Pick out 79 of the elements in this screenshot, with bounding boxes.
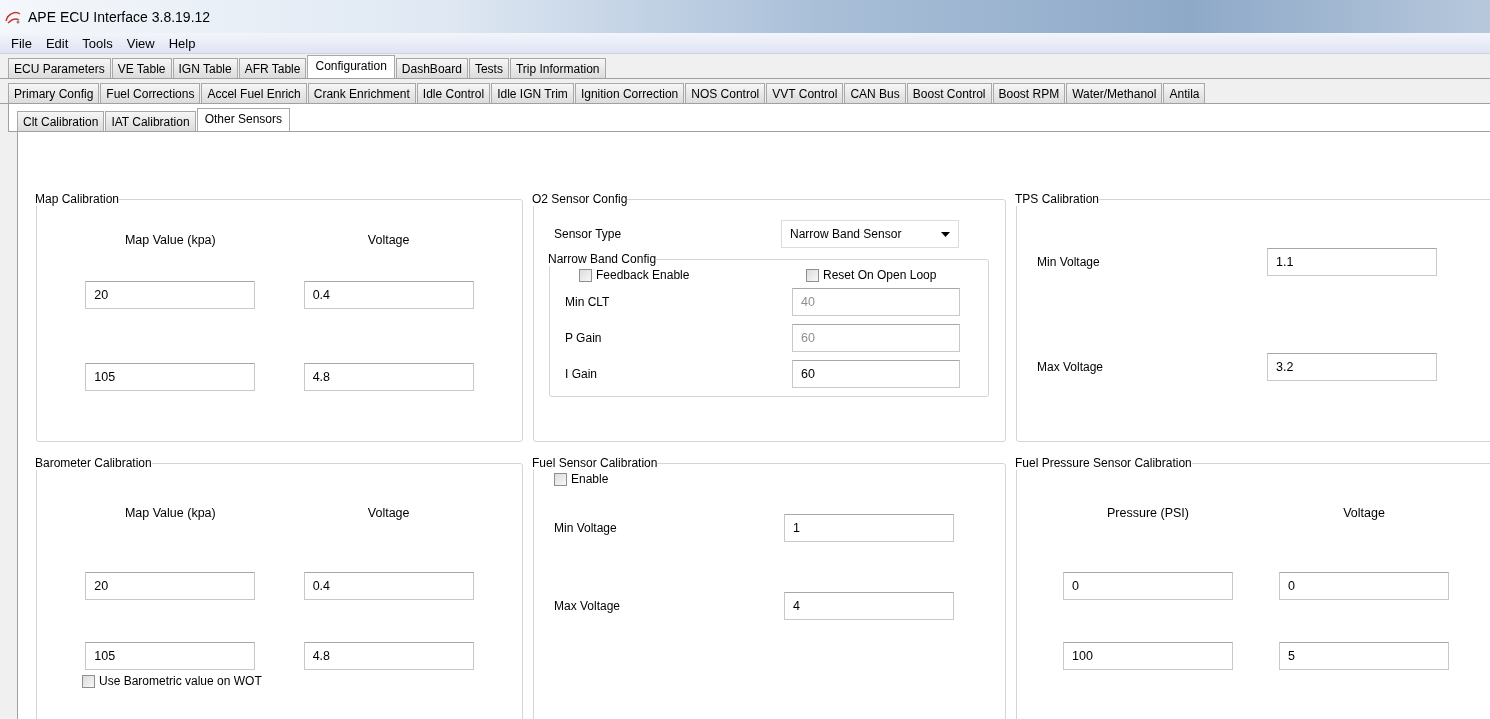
field-label: P Gain (565, 331, 603, 345)
tab[interactable]: Trip Information (509, 58, 606, 78)
checkbox[interactable] (806, 268, 819, 282)
tab[interactable]: VE Table (111, 58, 172, 78)
menu-item[interactable]: File (6, 35, 37, 51)
tab[interactable]: Fuel Corrections (100, 83, 201, 103)
group-title: Map Calibration (35, 192, 120, 206)
tab[interactable]: Antila (1163, 83, 1206, 103)
tab[interactable]: IAT Calibration (105, 111, 196, 131)
tab[interactable]: Water/Methanol (1066, 83, 1163, 103)
checkbox[interactable] (579, 268, 592, 282)
tab[interactable]: Idle Control (416, 83, 491, 103)
tab[interactable]: VVT Control (766, 83, 844, 103)
input-field[interactable]: 3.2 (1267, 353, 1437, 381)
menu-item[interactable]: View (121, 35, 160, 51)
input-field[interactable]: 0.4 (303, 572, 474, 600)
checkbox[interactable] (82, 674, 95, 688)
input-field[interactable]: 20 (85, 572, 256, 600)
input-field[interactable]: 1 (784, 514, 954, 542)
checkbox[interactable] (554, 472, 567, 486)
tab[interactable]: Ignition Correction (574, 83, 685, 103)
dropdown[interactable]: Narrow Band Sensor (781, 220, 959, 248)
column-header: Pressure (PSI) (1106, 506, 1190, 520)
group-title: O2 Sensor Config (532, 192, 628, 206)
window-title: APE ECU Interface 3.8.19.12 (28, 8, 211, 25)
column-header: Map Value (kpa) (123, 233, 217, 247)
tab[interactable]: Configuration (307, 55, 395, 78)
field-label: Max Voltage (554, 599, 622, 613)
field-label: Min Voltage (554, 521, 618, 535)
field-label: I Gain (565, 367, 598, 381)
menu-item[interactable]: Help (163, 35, 201, 51)
group-title: Fuel Pressure Sensor Calibration (1015, 456, 1192, 470)
input-field[interactable]: 0 (1279, 572, 1449, 600)
caret-icon (941, 231, 950, 237)
field-label: Sensor Type (554, 227, 623, 241)
checkbox-label: Feedback Enable (596, 268, 690, 282)
tab[interactable]: Boost Control (906, 83, 992, 103)
tab[interactable]: Primary Config (8, 83, 100, 103)
group-title: TPS Calibration (1015, 192, 1100, 206)
tab[interactable]: Tests (468, 58, 509, 78)
tab[interactable]: NOS Control (685, 83, 766, 103)
input-field[interactable]: 0 (1063, 572, 1233, 600)
tab[interactable]: Other Sensors (196, 108, 290, 131)
tab[interactable]: Crank Enrichment (307, 83, 416, 103)
column-header: Voltage (366, 506, 411, 520)
group-title: Fuel Sensor Calibration (532, 456, 658, 470)
column-header: Map Value (kpa) (123, 506, 217, 520)
input-field[interactable]: 0.4 (303, 281, 474, 309)
group-title: Barometer Calibration (35, 456, 152, 470)
tab[interactable]: Clt Calibration (17, 111, 105, 131)
tab[interactable]: CAN Bus (844, 83, 906, 103)
input-field[interactable]: 4 (784, 592, 954, 620)
tab[interactable]: Accel Fuel Enrich (201, 83, 307, 103)
column-header: Voltage (366, 233, 411, 247)
input-field[interactable]: 105 (85, 642, 256, 670)
tab[interactable]: DashBoard (395, 58, 468, 78)
tab[interactable]: Idle IGN Trim (491, 83, 574, 103)
tab[interactable]: ECU Parameters (8, 58, 111, 78)
input-field[interactable]: 4.8 (303, 642, 474, 670)
field-label: Min CLT (565, 295, 611, 309)
field-label: Min Voltage (1037, 255, 1101, 269)
input-field[interactable]: 5 (1279, 642, 1449, 670)
column-header: Voltage (1342, 506, 1386, 520)
input-field[interactable]: 20 (85, 281, 256, 309)
checkbox-label: Enable (571, 472, 609, 486)
input-field[interactable]: 4.8 (303, 363, 474, 391)
input-field[interactable]: 1.1 (1267, 248, 1437, 276)
tab[interactable]: AFR Table (238, 58, 307, 78)
group-title: Narrow Band Config (548, 252, 657, 266)
checkbox-label: Reset On Open Loop (823, 268, 937, 282)
checkbox-label: Use Barometric value on WOT (99, 674, 262, 688)
menu-item[interactable]: Tools (77, 35, 118, 51)
tab[interactable]: IGN Table (172, 58, 238, 78)
input-field[interactable]: 105 (85, 363, 256, 391)
field-label: Max Voltage (1037, 360, 1105, 374)
menu-item[interactable]: Edit (40, 35, 74, 51)
input-field[interactable]: 60 (792, 360, 960, 388)
tab[interactable]: Boost RPM (992, 83, 1066, 103)
input-field[interactable]: 100 (1063, 642, 1233, 670)
